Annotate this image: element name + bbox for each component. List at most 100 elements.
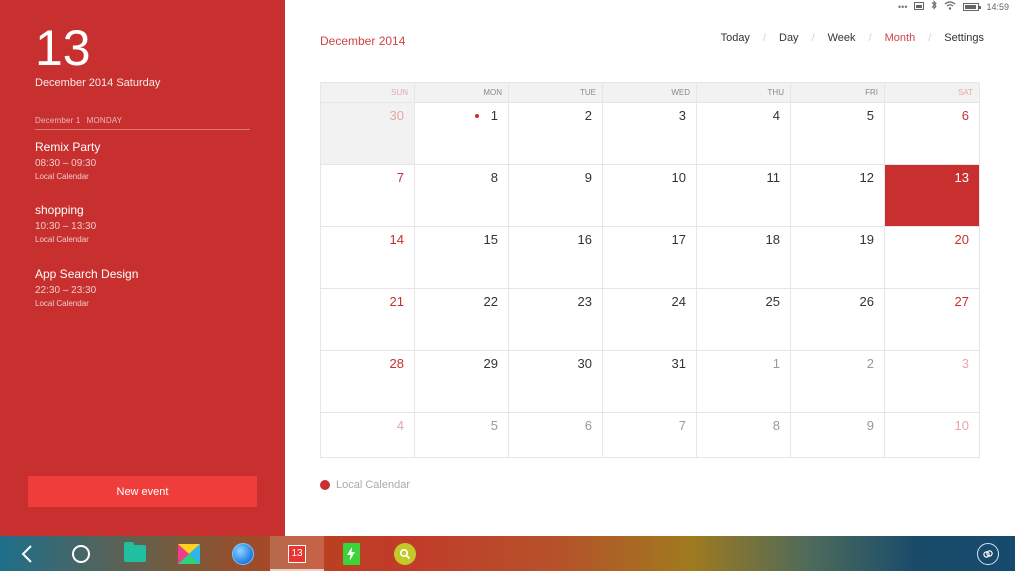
day-cell[interactable]: 31 xyxy=(603,351,697,413)
day-cell[interactable]: 10 xyxy=(603,165,697,227)
nav-week[interactable]: Week xyxy=(828,32,856,44)
day-cell[interactable]: 9 xyxy=(509,165,603,227)
day-cell[interactable]: 27 xyxy=(885,289,979,351)
day-cell[interactable]: 12 xyxy=(791,165,885,227)
day-number: 11 xyxy=(766,170,781,185)
day-cell[interactable]: 15 xyxy=(415,227,509,289)
nav-today[interactable]: Today xyxy=(721,32,750,44)
month-calendar: SUN MON TUE WED THU FRI SAT 30 1 2 3 4 5 6 7 8 9 10 11 12 1… xyxy=(320,82,980,458)
files-app-icon[interactable] xyxy=(108,536,162,571)
day-cell[interactable]: 1 xyxy=(415,103,509,165)
more-dots-icon: ••• xyxy=(898,2,908,12)
day-cell[interactable]: 9 xyxy=(791,413,885,457)
nav-day[interactable]: Day xyxy=(779,32,799,44)
home-icon[interactable] xyxy=(54,536,108,571)
day-cell[interactable]: 25 xyxy=(697,289,791,351)
store-app-icon[interactable] xyxy=(162,536,216,571)
magnifier-icon xyxy=(394,542,416,565)
day-cell[interactable]: 8 xyxy=(415,165,509,227)
day-cell[interactable]: 24 xyxy=(603,289,697,351)
nav-separator: / xyxy=(928,32,932,44)
day-cell[interactable]: 7 xyxy=(321,165,415,227)
day-cell[interactable]: 22 xyxy=(415,289,509,351)
event-time: 22:30 – 23:30 xyxy=(35,285,97,296)
weekday-label: THU xyxy=(697,83,791,103)
day-cell[interactable]: 2 xyxy=(509,103,603,165)
day-number: 5 xyxy=(866,108,874,123)
day-number: 1 xyxy=(772,356,780,371)
day-cell[interactable]: 5 xyxy=(415,413,509,457)
nav-month[interactable]: Month xyxy=(885,32,916,44)
agenda-weekday: MONDAY xyxy=(86,116,123,125)
event-title: App Search Design xyxy=(35,267,139,281)
day-cell[interactable]: 16 xyxy=(509,227,603,289)
back-icon[interactable] xyxy=(0,536,54,571)
event-item[interactable]: shopping 10:30 – 13:30 Local Calendar xyxy=(35,202,250,245)
battery-icon xyxy=(963,3,982,11)
day-cell[interactable]: 30 xyxy=(509,351,603,413)
day-number: 9 xyxy=(866,418,874,433)
day-number: 16 xyxy=(577,232,592,247)
day-number: 2 xyxy=(584,108,592,123)
day-cell[interactable]: 4 xyxy=(321,413,415,457)
day-cell[interactable]: 2 xyxy=(791,351,885,413)
day-cell[interactable]: 7 xyxy=(603,413,697,457)
day-cell[interactable]: 8 xyxy=(697,413,791,457)
new-event-button[interactable]: New event xyxy=(28,476,257,507)
day-cell[interactable]: 23 xyxy=(509,289,603,351)
calendar-grid: 30 1 2 3 4 5 6 7 8 9 10 11 12 13 14 15 16 17 18 19 20 21 22 23 2… xyxy=(321,103,979,457)
event-item[interactable]: Remix Party 08:30 – 09:30 Local Calendar xyxy=(35,139,250,182)
event-dot-icon xyxy=(475,114,479,118)
day-cell[interactable]: 26 xyxy=(791,289,885,351)
day-cell[interactable]: 6 xyxy=(509,413,603,457)
day-cell[interactable]: 4 xyxy=(697,103,791,165)
store-icon xyxy=(178,543,200,564)
calendar-legend: Local Calendar xyxy=(320,479,410,491)
selected-day-number: 13 xyxy=(35,20,91,76)
lightning-icon xyxy=(342,542,360,565)
day-cell[interactable]: 19 xyxy=(791,227,885,289)
search-app-icon[interactable] xyxy=(378,536,432,571)
day-cell[interactable]: 17 xyxy=(603,227,697,289)
event-title: Remix Party xyxy=(35,140,101,154)
day-cell[interactable]: 3 xyxy=(885,351,979,413)
event-time: 08:30 – 09:30 xyxy=(35,158,97,169)
day-number: 19 xyxy=(859,232,874,247)
day-cell[interactable]: 6 xyxy=(885,103,979,165)
day-cell[interactable]: 14 xyxy=(321,227,415,289)
legend-label: Local Calendar xyxy=(336,479,410,491)
day-number: 21 xyxy=(389,294,404,309)
day-cell[interactable]: 30 xyxy=(321,103,415,165)
nav-settings[interactable]: Settings xyxy=(944,32,984,44)
event-calendar: Local Calendar xyxy=(35,235,89,244)
day-cell[interactable]: 28 xyxy=(321,351,415,413)
day-cell[interactable]: 20 xyxy=(885,227,979,289)
agenda-date-header: December 1 MONDAY xyxy=(35,116,250,130)
launcher-logo-icon[interactable] xyxy=(977,542,999,565)
day-number: 30 xyxy=(577,356,592,371)
day-number: 27 xyxy=(954,294,969,309)
weekday-label: FRI xyxy=(791,83,885,103)
day-cell[interactable]: 21 xyxy=(321,289,415,351)
day-number: 10 xyxy=(671,170,686,185)
day-cell[interactable]: 3 xyxy=(603,103,697,165)
agenda-date: December 1 xyxy=(35,116,81,125)
day-number: 9 xyxy=(584,170,592,185)
day-cell[interactable]: 29 xyxy=(415,351,509,413)
browser-app-icon[interactable] xyxy=(216,536,270,571)
day-cell[interactable]: 11 xyxy=(697,165,791,227)
weekday-label: SAT xyxy=(958,88,973,97)
day-number: 22 xyxy=(483,294,498,309)
day-number: 7 xyxy=(678,418,686,433)
day-number: 26 xyxy=(859,294,874,309)
calendar-app-icon[interactable]: 13 xyxy=(270,536,324,571)
event-item[interactable]: App Search Design 22:30 – 23:30 Local Ca… xyxy=(35,266,250,309)
day-cell[interactable]: 5 xyxy=(791,103,885,165)
day-cell[interactable]: 1 xyxy=(697,351,791,413)
day-cell[interactable]: 18 xyxy=(697,227,791,289)
power-app-icon[interactable] xyxy=(324,536,378,571)
day-cell[interactable]: 10 xyxy=(885,413,979,457)
day-cell[interactable]: 13 xyxy=(885,165,979,227)
day-number: 15 xyxy=(483,232,498,247)
day-number: 23 xyxy=(577,294,592,309)
